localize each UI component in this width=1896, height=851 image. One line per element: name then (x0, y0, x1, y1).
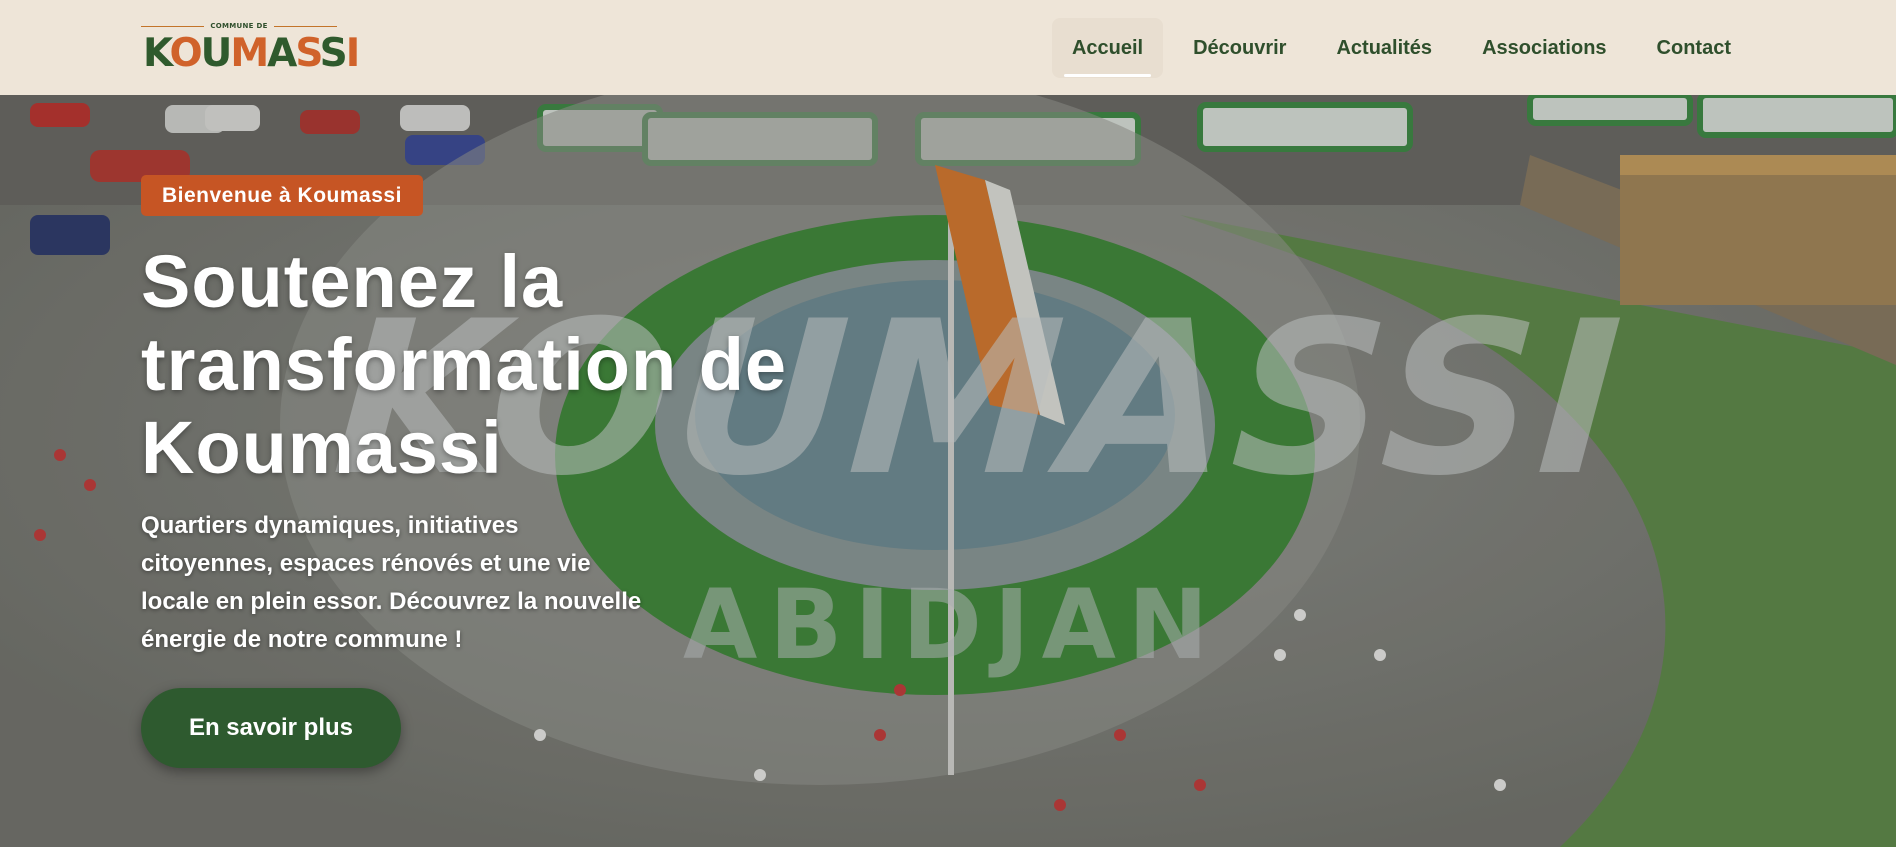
hero-description-line: citoyennes, espaces rénovés et une vie (141, 550, 591, 577)
main-nav: Accueil Découvrir Actualités Association… (1042, 18, 1751, 78)
logo-letter: I (345, 31, 360, 76)
hero-title-line: Koumassi (141, 406, 503, 489)
hero-description-line: Quartiers dynamiques, initiatives (141, 512, 519, 539)
logo-letter: U (200, 31, 233, 76)
learn-more-button[interactable]: En savoir plus (141, 688, 401, 768)
logo-small-text: COMMUNE DE (210, 22, 268, 30)
welcome-badge: Bienvenue à Koumassi (141, 175, 423, 216)
logo-letter: O (169, 31, 202, 76)
hero-description-line: locale en plein essor. Découvrez la nouv… (141, 588, 642, 615)
nav-item-associations[interactable]: Associations (1462, 18, 1626, 78)
logo-letter: S (295, 31, 321, 76)
hero-title-line: Soutenez la (141, 240, 564, 323)
logo-rule-left (141, 25, 205, 27)
logo-wordmark: KOUMASSI (143, 31, 360, 76)
nav-item-actualites[interactable]: Actualités (1316, 18, 1452, 78)
nav-item-accueil[interactable]: Accueil (1051, 18, 1164, 78)
hero-description-line: énergie de notre commune ! (141, 626, 463, 653)
site-header: COMMUNE DE KOUMASSI Accueil Découvrir Ac… (0, 0, 1896, 95)
logo-letter: M (230, 31, 269, 76)
koumassi-logo[interactable]: COMMUNE DE KOUMASSI (141, 20, 360, 76)
nav-item-contact[interactable]: Contact (1637, 18, 1751, 78)
hero-section: KOUMASSI ABIDJAN Bienvenue à Koumassi So… (0, 95, 1896, 847)
logo-letter: S (319, 31, 348, 76)
nav-item-decouvrir[interactable]: Découvrir (1173, 18, 1306, 78)
logo-letter: K (143, 31, 172, 76)
hero-description: Quartiers dynamiques, initiatives citoye… (141, 507, 781, 659)
hero-title: Soutenez la transformation de Koumassi (141, 240, 901, 489)
logo-rule-right (273, 25, 337, 27)
hero-title-line: transformation de (141, 323, 788, 406)
logo-letter: A (267, 31, 297, 76)
